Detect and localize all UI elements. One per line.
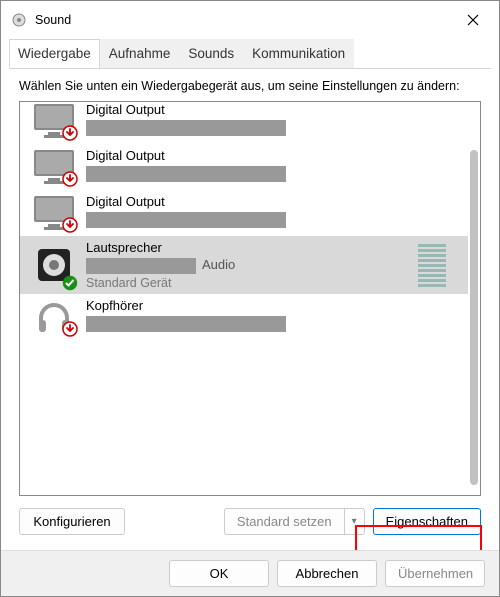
properties-button[interactable]: Eigenschaften: [373, 508, 481, 535]
device-info: Lautsprecher Audio Standard Gerät: [82, 240, 418, 290]
scrollbar[interactable]: [470, 108, 478, 489]
device-icon: [26, 194, 82, 232]
redacted-text: [86, 166, 286, 182]
chevron-down-icon: ▾: [352, 516, 357, 527]
ok-button[interactable]: OK: [169, 560, 269, 587]
device-name: Digital Output: [86, 102, 462, 117]
level-meter: [418, 244, 446, 287]
device-list[interactable]: Digital Output Digital Output Digital Outp…: [19, 101, 481, 496]
titlebar: Sound: [1, 1, 499, 39]
dialog-footer: OK Abbrechen Übernehmen: [1, 550, 499, 596]
button-row: Konfigurieren Standard setzen ▾ Eigensch…: [19, 508, 481, 535]
device-row[interactable]: Digital Output: [20, 101, 468, 144]
device-icon: [26, 298, 82, 336]
device-icon: [26, 102, 82, 140]
device-status: Standard Gerät: [86, 276, 418, 290]
device-name: Digital Output: [86, 194, 462, 209]
device-name: Digital Output: [86, 148, 462, 163]
device-info: Digital Output: [82, 102, 462, 140]
close-button[interactable]: [451, 3, 495, 37]
redacted-text: [86, 258, 196, 274]
tab-recording[interactable]: Aufnahme: [100, 39, 180, 68]
device-row[interactable]: Lautsprecher Audio Standard Gerät: [20, 236, 468, 294]
device-icon: [26, 148, 82, 186]
sound-app-icon: [11, 12, 27, 28]
set-default-button[interactable]: Standard setzen: [224, 508, 345, 535]
device-name: Kopfhörer: [86, 298, 462, 313]
tab-playback[interactable]: Wiedergabe: [9, 39, 100, 68]
sound-dialog: Sound Wiedergabe Aufnahme Sounds Kommuni…: [0, 0, 500, 597]
scroll-thumb[interactable]: [470, 150, 478, 485]
device-info: Kopfhörer: [82, 298, 462, 336]
close-icon: [467, 14, 479, 26]
device-name: Lautsprecher: [86, 240, 418, 255]
tab-bar: Wiedergabe Aufnahme Sounds Kommunikation: [1, 39, 499, 68]
device-suffix: Audio: [202, 257, 235, 272]
prompt-text: Wählen Sie unten ein Wiedergabegerät aus…: [19, 79, 481, 93]
device-info: Digital Output: [82, 148, 462, 186]
cancel-button[interactable]: Abbrechen: [277, 560, 377, 587]
redacted-text: [86, 120, 286, 136]
set-default-split: Standard setzen ▾: [224, 508, 365, 535]
redacted-text: [86, 316, 286, 332]
device-row[interactable]: Kopfhörer: [20, 294, 468, 340]
redacted-text: [86, 212, 286, 228]
tab-sounds[interactable]: Sounds: [179, 39, 243, 68]
apply-button[interactable]: Übernehmen: [385, 560, 485, 587]
window-title: Sound: [35, 13, 451, 27]
device-info: Digital Output: [82, 194, 462, 232]
configure-button[interactable]: Konfigurieren: [19, 508, 125, 535]
device-row[interactable]: Digital Output: [20, 190, 468, 236]
tab-content: Wählen Sie unten ein Wiedergabegerät aus…: [9, 68, 491, 545]
tab-communication[interactable]: Kommunikation: [243, 39, 354, 68]
device-row[interactable]: Digital Output: [20, 144, 468, 190]
set-default-dropdown[interactable]: ▾: [345, 508, 365, 535]
device-icon: [26, 240, 82, 290]
